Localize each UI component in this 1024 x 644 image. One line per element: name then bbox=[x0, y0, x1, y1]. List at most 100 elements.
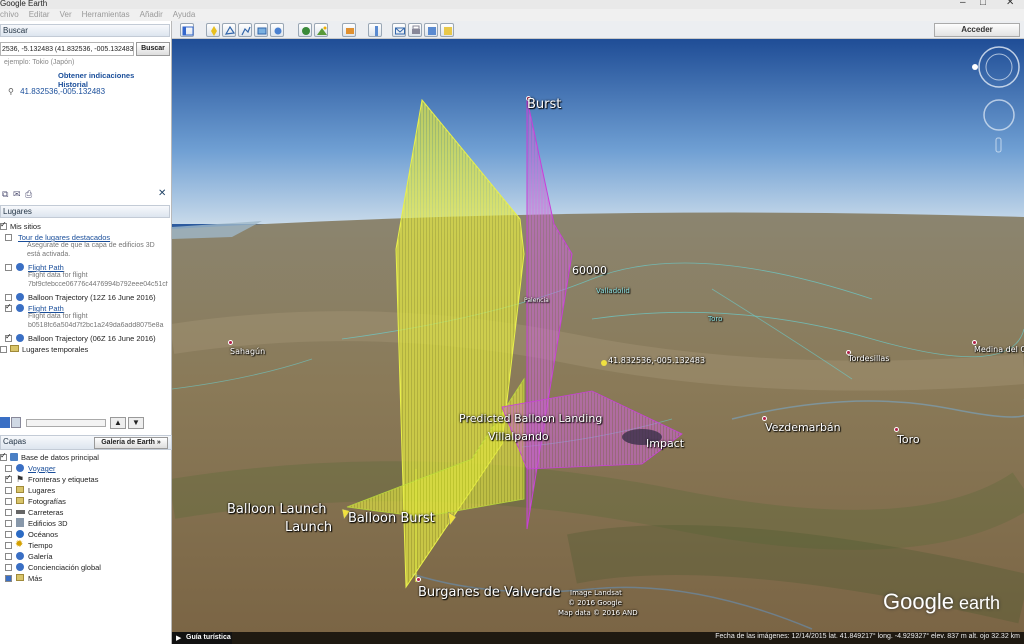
close-window-icon[interactable]: ✕ bbox=[1006, 0, 1014, 8]
move-up-button[interactable]: ▲ bbox=[110, 417, 126, 429]
move-down-button[interactable]: ▼ bbox=[128, 417, 144, 429]
predicted-landing-label[interactable]: Predicted Balloon Landing bbox=[459, 412, 602, 425]
gallery-button[interactable]: Galería de Earth » bbox=[94, 437, 168, 449]
flight-path-1-checkbox[interactable] bbox=[5, 264, 12, 271]
tour-checkbox[interactable] bbox=[5, 234, 12, 241]
directions-link[interactable]: Obtener indicaciones bbox=[58, 71, 134, 80]
layer-label[interactable]: Océanos bbox=[28, 530, 58, 539]
sunlight-button[interactable] bbox=[314, 23, 328, 37]
launch-label[interactable]: Launch bbox=[285, 520, 332, 535]
sahagun-label[interactable]: Sahagún bbox=[230, 347, 265, 356]
layer-checkbox[interactable] bbox=[5, 553, 12, 560]
menu-tools[interactable]: Herramientas bbox=[82, 9, 130, 21]
historical-imagery-button[interactable] bbox=[298, 23, 312, 37]
panel-view-icon[interactable] bbox=[11, 417, 21, 428]
layer-label[interactable]: Edificios 3D bbox=[28, 519, 68, 528]
burganes-label[interactable]: Burganes de Valverde bbox=[418, 585, 561, 600]
temp-places-checkbox[interactable] bbox=[0, 346, 7, 353]
impact-label[interactable]: Impact bbox=[646, 437, 684, 450]
menu-view[interactable]: Ver bbox=[60, 9, 72, 21]
layer-checkbox[interactable] bbox=[5, 473, 12, 483]
flight-path-2-checkbox[interactable] bbox=[5, 302, 12, 312]
close-panel-icon[interactable]: ✕ bbox=[158, 188, 166, 199]
layer-checkbox[interactable] bbox=[5, 542, 12, 549]
villalpando-label[interactable]: Villalpando bbox=[488, 430, 549, 443]
trajectory-06z-label[interactable]: Balloon Trajectory (06Z 16 June 2016) bbox=[28, 334, 156, 343]
tour-link[interactable]: Tour de lugares destacados bbox=[18, 233, 110, 242]
burst-label[interactable]: Burst bbox=[527, 97, 561, 112]
link-icon[interactable]: ⧉ bbox=[2, 189, 8, 200]
email-button[interactable] bbox=[392, 23, 406, 37]
layer-checkbox[interactable] bbox=[5, 498, 12, 505]
tordesillas-label[interactable]: Tordesillas bbox=[848, 354, 889, 363]
record-tour-button[interactable] bbox=[270, 23, 284, 37]
layer-checkbox[interactable] bbox=[0, 451, 7, 461]
title-bar: Google Earth – □ ✕ bbox=[0, 0, 1024, 9]
layer-checkbox[interactable] bbox=[5, 575, 12, 582]
layer-label[interactable]: Lugares bbox=[28, 486, 55, 495]
places-header[interactable]: Lugares bbox=[0, 205, 170, 218]
save-image-button[interactable] bbox=[424, 23, 438, 37]
menu-file[interactable]: chivo bbox=[0, 9, 19, 21]
sign-in-button[interactable]: Acceder bbox=[934, 23, 1020, 37]
balloon-burst-label[interactable]: Balloon Burst bbox=[348, 511, 435, 526]
layer-checkbox[interactable] bbox=[5, 564, 12, 571]
email-icon[interactable]: ✉ bbox=[13, 189, 21, 200]
layer-label[interactable]: Fotografías bbox=[28, 497, 66, 506]
my-places-label[interactable]: Mis sitios bbox=[10, 222, 41, 231]
ruler-button[interactable] bbox=[368, 23, 382, 37]
search-header[interactable]: Buscar bbox=[0, 24, 170, 37]
trajectory-06z-checkbox[interactable] bbox=[5, 332, 12, 342]
layer-label[interactable]: Carreteras bbox=[28, 508, 63, 517]
list-view-icon[interactable] bbox=[0, 417, 10, 428]
placemark-button[interactable] bbox=[206, 23, 220, 37]
layer-label[interactable]: Galería bbox=[28, 552, 53, 561]
balloon-launch-label[interactable]: Balloon Launch bbox=[227, 502, 326, 517]
toro-pin[interactable] bbox=[894, 427, 899, 432]
sun-icon: ✹ bbox=[15, 539, 24, 550]
print-button[interactable] bbox=[408, 23, 422, 37]
flight-path-1-link[interactable]: Flight Path bbox=[28, 263, 64, 272]
layer-checkbox[interactable] bbox=[5, 509, 12, 516]
medina-label[interactable]: Medina del C bbox=[974, 345, 1024, 354]
overlay-button[interactable] bbox=[254, 23, 268, 37]
polygon-button[interactable] bbox=[222, 23, 236, 37]
sidebar-toggle-button[interactable] bbox=[180, 23, 194, 37]
planets-button[interactable] bbox=[342, 23, 356, 37]
print-icon[interactable]: ⎙ bbox=[25, 189, 32, 200]
map-view[interactable]: Burst 60000 41.832536,-005.132483 Predic… bbox=[172, 39, 1024, 644]
menu-add[interactable]: Añadir bbox=[140, 9, 163, 21]
minimize-icon[interactable]: – bbox=[960, 0, 966, 8]
layers-title[interactable]: Capas bbox=[3, 437, 26, 446]
search-button[interactable]: Buscar bbox=[136, 42, 170, 56]
flight-path-2-link[interactable]: Flight Path bbox=[28, 304, 64, 313]
sahagun-pin[interactable] bbox=[228, 340, 233, 345]
my-places-checkbox[interactable] bbox=[0, 220, 7, 230]
palencia-label[interactable]: Palencia bbox=[524, 297, 549, 304]
toro-label[interactable]: Toro bbox=[897, 433, 920, 446]
maximize-icon[interactable]: □ bbox=[980, 0, 986, 8]
layer-label[interactable]: Fronteras y etiquetas bbox=[28, 475, 98, 484]
layer-checkbox[interactable] bbox=[5, 487, 12, 494]
menu-help[interactable]: Ayuda bbox=[173, 9, 196, 21]
menu-edit[interactable]: Editar bbox=[29, 9, 50, 21]
trajectory-12z-label[interactable]: Balloon Trajectory (12Z 16 June 2016) bbox=[28, 293, 156, 302]
layer-checkbox[interactable] bbox=[5, 465, 12, 472]
vezdemarban-label[interactable]: Vezdemarbán bbox=[765, 421, 841, 434]
layer-label[interactable]: Base de datos principal bbox=[21, 453, 99, 462]
layer-label[interactable]: Más bbox=[28, 574, 42, 583]
layer-label[interactable]: Concienciación global bbox=[28, 563, 101, 572]
search-result[interactable]: ⚲ 41.832536,-005.132483 bbox=[8, 87, 105, 96]
maps-button[interactable] bbox=[440, 23, 454, 37]
coordinate-marker-label[interactable]: 41.832536,-005.132483 bbox=[608, 356, 705, 365]
layer-label[interactable]: Voyager bbox=[28, 464, 56, 473]
layer-checkbox[interactable] bbox=[5, 531, 12, 538]
path-button[interactable] bbox=[238, 23, 252, 37]
burganes-pin[interactable] bbox=[416, 577, 421, 582]
temp-places-label[interactable]: Lugares temporales bbox=[22, 345, 88, 354]
layer-label[interactable]: Tiempo bbox=[28, 541, 53, 550]
layer-checkbox[interactable] bbox=[5, 520, 12, 527]
search-input[interactable] bbox=[0, 42, 134, 56]
scrollbar[interactable] bbox=[26, 419, 106, 427]
trajectory-12z-checkbox[interactable] bbox=[5, 294, 12, 301]
